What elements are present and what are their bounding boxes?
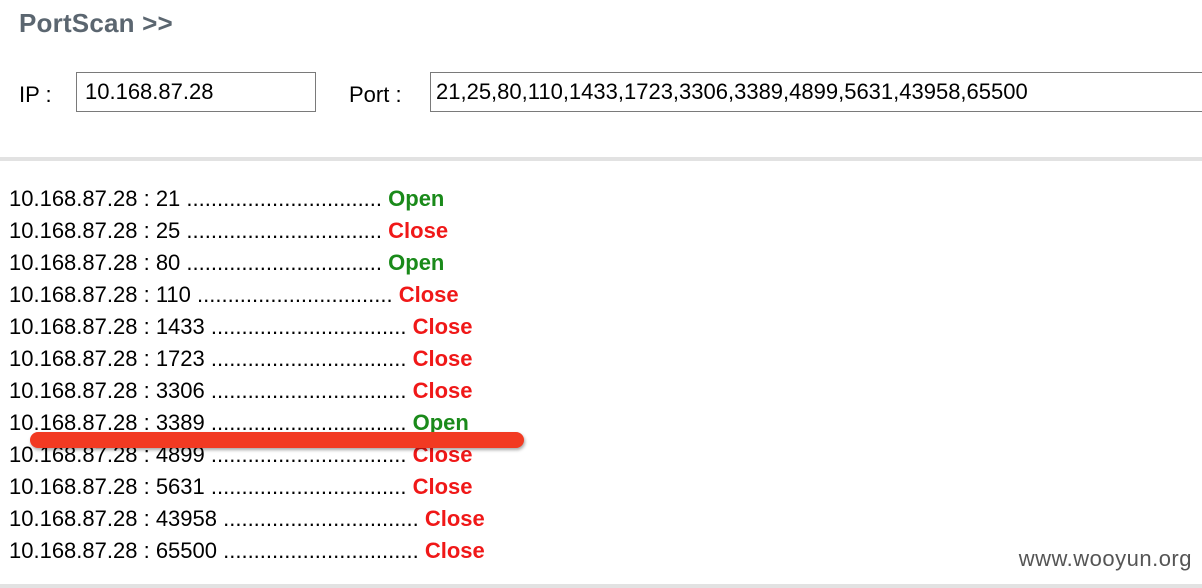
result-dots: ................................ bbox=[210, 346, 407, 371]
port-input[interactable] bbox=[430, 72, 1202, 112]
scan-results-list: 10.168.87.28 : 21 ......................… bbox=[9, 183, 485, 567]
result-port: 80 bbox=[155, 250, 181, 275]
result-port: 3306 bbox=[155, 378, 205, 403]
result-host: 10.168.87.28 bbox=[9, 282, 138, 307]
divider bbox=[0, 157, 1202, 161]
result-line: 10.168.87.28 : 65500 ...................… bbox=[9, 538, 485, 563]
result-dots: ................................ bbox=[197, 282, 393, 307]
result-host: 10.168.87.28 bbox=[9, 186, 138, 211]
result-port: 65500 bbox=[155, 538, 217, 563]
page-title: PortScan >> bbox=[19, 8, 173, 38]
result-host: 10.168.87.28 bbox=[9, 346, 138, 371]
result-port: 110 bbox=[155, 282, 191, 307]
result-line: 10.168.87.28 : 25 ......................… bbox=[9, 218, 449, 243]
result-host: 10.168.87.28 bbox=[9, 314, 138, 339]
result-line: 10.168.87.28 : 1723 ....................… bbox=[9, 346, 473, 371]
result-port: 43958 bbox=[155, 506, 217, 531]
result-line: 10.168.87.28 : 110 .....................… bbox=[9, 282, 459, 307]
result-status: Close bbox=[388, 218, 449, 243]
result-port: 5631 bbox=[155, 474, 205, 499]
result-host: 10.168.87.28 bbox=[9, 506, 138, 531]
result-status: Close bbox=[412, 346, 473, 371]
result-host: 10.168.87.28 bbox=[9, 250, 138, 275]
result-dots: ................................ bbox=[223, 538, 419, 563]
result-status: Open bbox=[388, 250, 445, 275]
result-host: 10.168.87.28 bbox=[9, 378, 138, 403]
divider bbox=[0, 584, 1202, 588]
result-line: 10.168.87.28 : 21 ......................… bbox=[9, 186, 445, 211]
result-status: Close bbox=[412, 378, 473, 403]
result-dots: ................................ bbox=[186, 218, 383, 243]
result-line: 10.168.87.28 : 5631 ....................… bbox=[9, 474, 473, 499]
result-status: Close bbox=[398, 282, 459, 307]
highlight-annotation-stroke bbox=[30, 432, 524, 448]
result-dots: ................................ bbox=[186, 186, 383, 211]
ip-label: IP : bbox=[19, 82, 52, 107]
result-dots: ................................ bbox=[186, 250, 383, 275]
port-label: Port : bbox=[349, 82, 402, 107]
scan-form: IP : Port : bbox=[0, 72, 1202, 116]
result-host: 10.168.87.28 bbox=[9, 474, 138, 499]
result-dots: ................................ bbox=[210, 378, 407, 403]
result-port: 25 bbox=[155, 218, 181, 243]
result-port: 21 bbox=[155, 186, 181, 211]
ip-input[interactable] bbox=[76, 72, 316, 112]
result-dots: ................................ bbox=[210, 314, 407, 339]
result-host: 10.168.87.28 bbox=[9, 218, 138, 243]
result-line: 10.168.87.28 : 3306 ....................… bbox=[9, 378, 473, 403]
result-port: 1433 bbox=[155, 314, 205, 339]
watermark: www.wooyun.org bbox=[1018, 546, 1192, 571]
result-host: 10.168.87.28 bbox=[9, 538, 138, 563]
result-line: 10.168.87.28 : 1433 ....................… bbox=[9, 314, 473, 339]
result-status: Open bbox=[388, 186, 445, 211]
result-dots: ................................ bbox=[223, 506, 419, 531]
result-status: Close bbox=[412, 474, 473, 499]
result-port: 1723 bbox=[155, 346, 205, 371]
result-dots: ................................ bbox=[210, 474, 407, 499]
result-status: Close bbox=[424, 538, 485, 563]
result-status: Close bbox=[424, 506, 485, 531]
result-status: Close bbox=[412, 314, 473, 339]
result-line: 10.168.87.28 : 43958 ...................… bbox=[9, 506, 485, 531]
result-line: 10.168.87.28 : 80 ......................… bbox=[9, 250, 445, 275]
